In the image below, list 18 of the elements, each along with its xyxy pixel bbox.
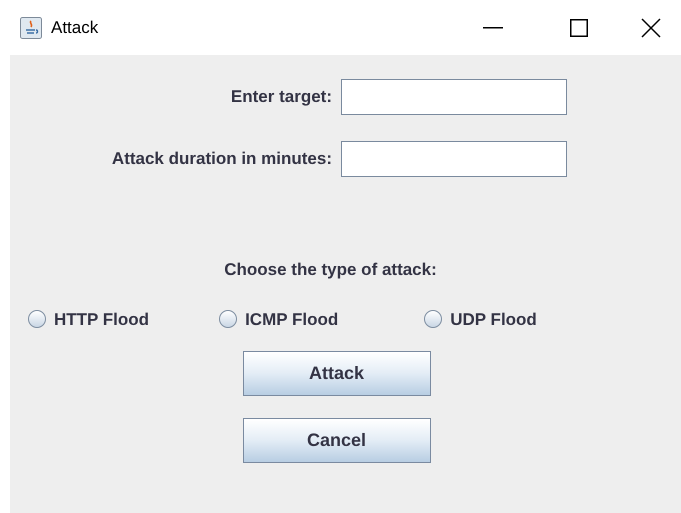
- radio-button[interactable]: [28, 310, 46, 328]
- radio-button[interactable]: [219, 310, 238, 328]
- attack-button[interactable]: Attack: [242, 351, 430, 396]
- window-title: Attack: [51, 16, 98, 39]
- input-field[interactable]: [341, 79, 567, 115]
- radio-option[interactable]: HTTP Flood: [28, 306, 150, 332]
- maximize-icon: [570, 18, 588, 36]
- minimize-icon: [483, 26, 503, 28]
- field-label: Attack duration in minutes:: [110, 148, 332, 170]
- radio-button[interactable]: [424, 310, 442, 328]
- cancel-button[interactable]: Cancel: [242, 418, 430, 463]
- input-field[interactable]: [341, 141, 567, 177]
- radio-option[interactable]: ICMP Flood: [219, 306, 338, 332]
- close-icon: [641, 18, 661, 38]
- section-heading: Choose the type of attack:: [224, 259, 437, 281]
- app-icon: [20, 16, 42, 38]
- radio-option[interactable]: UDP Flood: [424, 306, 537, 332]
- field-label: Enter target:: [230, 86, 332, 108]
